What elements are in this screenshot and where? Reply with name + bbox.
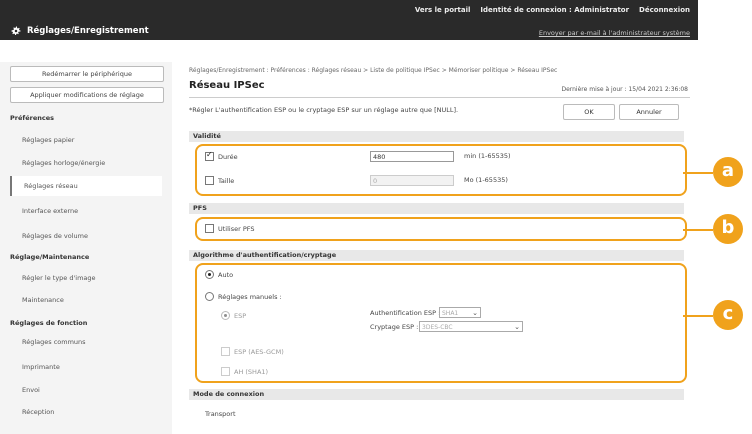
- top-bar: Vers le portail Identité de connexion : …: [0, 0, 698, 40]
- sidebar-item-maintenance[interactable]: Maintenance: [22, 296, 64, 304]
- callout-a-leader: [683, 172, 713, 174]
- sidebar-item-network[interactable]: Réglages réseau: [10, 176, 162, 196]
- page-title: Réseau IPSec: [189, 80, 265, 91]
- callout-b-frame: [195, 217, 687, 241]
- sidebar-section-preferences: Préférences: [10, 114, 54, 122]
- connection-value: Transport: [205, 410, 236, 418]
- validity-header: Validité: [189, 131, 684, 142]
- restart-device-button[interactable]: Redémarrer le périphérique: [10, 66, 164, 82]
- sidebar-item-paper[interactable]: Réglages papier: [22, 136, 74, 144]
- portal-link[interactable]: Vers le portail: [415, 6, 471, 14]
- callout-a-frame: [195, 144, 687, 196]
- logout-link[interactable]: Déconnexion: [639, 6, 690, 14]
- pfs-header: PFS: [189, 203, 684, 214]
- app-title-text: Réglages/Enregistrement: [27, 26, 149, 36]
- last-updated: Dernière mise à jour : 15/04 2021 2:36:0…: [561, 86, 688, 93]
- callout-b-marker: b: [713, 214, 743, 244]
- app-title: Réglages/Enregistrement: [10, 25, 149, 37]
- algo-header: Algorithme d'authentification/cryptage: [189, 250, 684, 261]
- callout-a-marker: a: [713, 157, 743, 187]
- connection-header: Mode de connexion: [189, 389, 684, 400]
- ok-button[interactable]: OK: [563, 104, 615, 120]
- gear-icon: [11, 26, 21, 36]
- sidebar-section-functions: Réglages de fonction: [10, 319, 88, 327]
- sidebar-item-receive[interactable]: Réception: [22, 408, 54, 416]
- note-text: *Régler L'authentification ESP ou le cry…: [189, 106, 459, 114]
- sidebar-item-volume[interactable]: Réglages de volume: [22, 232, 88, 240]
- apply-changes-button[interactable]: Appliquer modifications de réglage: [10, 87, 164, 103]
- breadcrumb: Réglages/Enregistrement : Préférences : …: [189, 67, 558, 74]
- cancel-button[interactable]: Annuler: [619, 104, 679, 120]
- sidebar-item-image-type[interactable]: Régler le type d'image: [22, 274, 96, 282]
- sidebar-item-send[interactable]: Envoi: [22, 386, 40, 394]
- callout-c-frame: [195, 263, 687, 383]
- callout-c-leader: [683, 315, 713, 317]
- sidebar-item-common[interactable]: Réglages communs: [22, 338, 86, 346]
- sidebar-item-clock-energy[interactable]: Réglages horloge/énergie: [22, 159, 105, 167]
- sidebar-item-printer[interactable]: Imprimante: [22, 363, 60, 371]
- callout-b-leader: [683, 229, 713, 231]
- sidebar: Redémarrer le périphérique Appliquer mod…: [0, 62, 172, 434]
- header-links: Vers le portail Identité de connexion : …: [415, 6, 690, 14]
- login-id-label: Identité de connexion : Administrator: [480, 6, 630, 14]
- sidebar-section-maintenance: Réglage/Maintenance: [10, 253, 90, 261]
- sidebar-item-external-interface[interactable]: Interface externe: [22, 207, 78, 215]
- divider: [189, 97, 690, 98]
- email-admin-link[interactable]: Envoyer par e-mail à l'administrateur sy…: [539, 29, 690, 37]
- callout-c-marker: c: [713, 300, 743, 330]
